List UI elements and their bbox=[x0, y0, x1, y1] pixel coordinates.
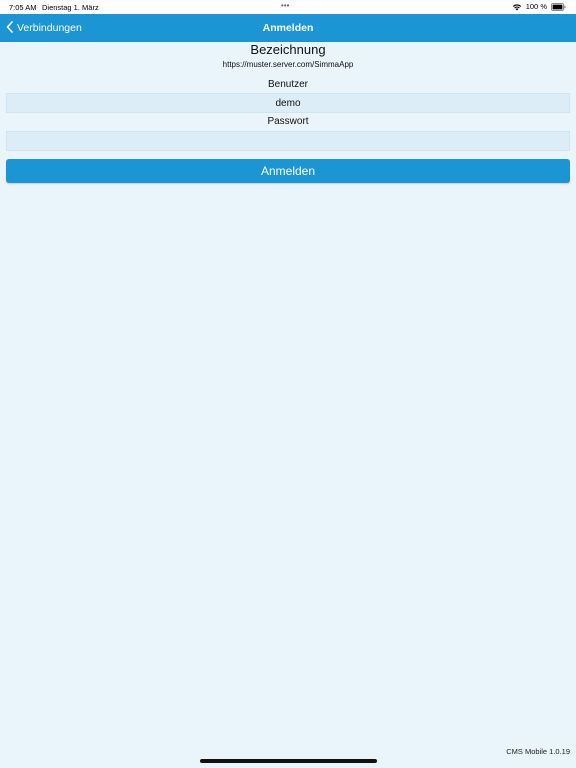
home-indicator[interactable] bbox=[200, 759, 377, 763]
connection-url: https://muster.server.com/SimmaApp bbox=[222, 60, 354, 69]
password-field[interactable] bbox=[6, 131, 570, 151]
battery-icon bbox=[551, 2, 566, 11]
navigation-bar: Verbindungen Anmelden bbox=[0, 14, 576, 42]
version-label: CMS Mobile 1.0.19 bbox=[506, 747, 570, 756]
status-bar: 7:05 AM Dienstag 1. März ••• 100 % bbox=[0, 0, 576, 14]
status-indicators: 100 % bbox=[512, 2, 566, 11]
back-button-label: Verbindungen bbox=[17, 22, 82, 34]
wifi-icon bbox=[512, 3, 522, 11]
back-button[interactable]: Verbindungen bbox=[6, 14, 82, 42]
multitasking-dots[interactable]: ••• bbox=[281, 1, 289, 10]
battery-percentage: 100 % bbox=[525, 2, 547, 11]
page-title: Anmelden bbox=[262, 22, 314, 34]
chevron-left-icon bbox=[6, 20, 13, 36]
login-button[interactable]: Anmelden bbox=[6, 159, 570, 183]
status-time: 7:05 AM bbox=[9, 3, 37, 12]
password-label: Passwort bbox=[267, 116, 309, 127]
connection-name: Bezeichnung bbox=[250, 42, 326, 57]
status-date: Dienstag 1. März bbox=[42, 3, 99, 12]
username-field[interactable] bbox=[6, 93, 570, 113]
username-label: Benutzer bbox=[267, 79, 309, 90]
